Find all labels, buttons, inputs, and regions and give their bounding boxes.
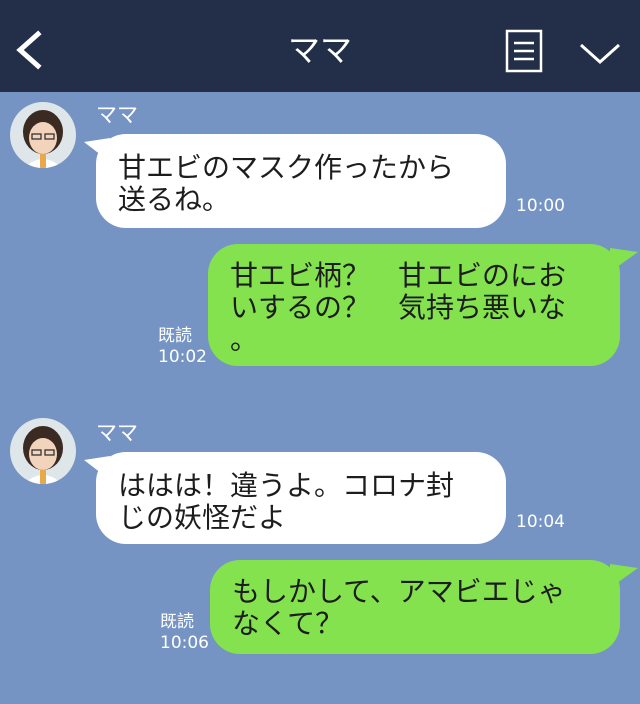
bubble-tail — [610, 564, 638, 588]
chat-header: ママ — [0, 0, 640, 92]
sender-avatar[interactable] — [10, 418, 76, 484]
message-time: 10:04 — [516, 512, 565, 532]
message-time: 10:06 — [160, 633, 209, 653]
bubble-tail — [610, 248, 638, 272]
message-time: 10:02 — [158, 347, 207, 367]
collapse-button[interactable] — [576, 36, 624, 70]
menu-button[interactable] — [504, 28, 544, 74]
read-receipt: 既読 — [160, 612, 194, 632]
message-time: 10:00 — [516, 196, 565, 216]
message-bubble[interactable]: 甘エビ柄？ 甘エビのにお いするの？ 気持ち悪いな 。 — [208, 244, 620, 366]
message-bubble[interactable]: もしかして、アマビエじゃ なくて？ — [210, 560, 620, 654]
avatar-portrait-icon — [10, 102, 76, 168]
read-receipt: 既読 — [158, 326, 192, 346]
chat-title: ママ — [287, 31, 352, 69]
sender-avatar[interactable] — [10, 102, 76, 168]
chevron-down-icon — [579, 43, 621, 65]
message-bubble[interactable]: ははは！違うよ。コロナ封 じの妖怪だよ — [96, 452, 506, 544]
message-bubble[interactable]: 甘エビのマスク作ったから 送るね。 — [96, 134, 506, 228]
sender-name: ママ — [96, 421, 138, 445]
sender-name: ママ — [96, 103, 138, 127]
menu-lines-icon — [505, 29, 543, 73]
message-list[interactable]: ママ 甘エビのマスク作ったから 送るね。 10:00 既読 10:02 甘エビ柄… — [0, 92, 640, 704]
avatar-portrait-icon — [10, 418, 76, 484]
